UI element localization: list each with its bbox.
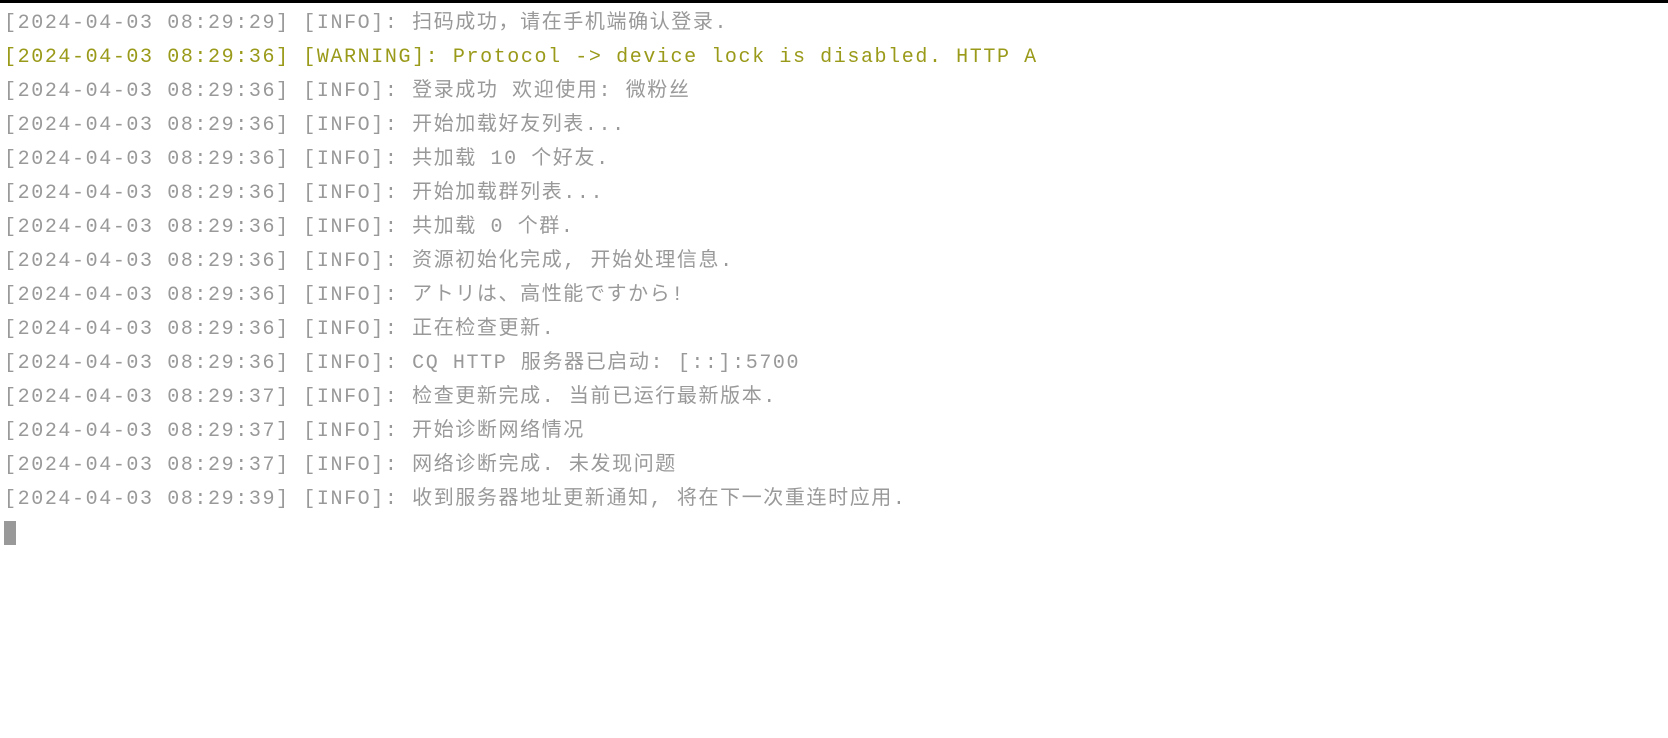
log-level: INFO [317, 216, 371, 239]
log-line: [2024-04-03 08:29:29] [INFO]: 扫码成功，请在手机端… [4, 7, 1668, 41]
log-message: 开始加载群列表... [412, 182, 604, 205]
log-line: [2024-04-03 08:29:36] [INFO]: 资源初始化完成, 开… [4, 245, 1668, 279]
log-line: [2024-04-03 08:29:36] [INFO]: 正在检查更新. [4, 313, 1668, 347]
log-line: [2024-04-03 08:29:37] [INFO]: 检查更新完成. 当前… [4, 381, 1668, 415]
log-line: [2024-04-03 08:29:36] [INFO]: アトリは、高性能です… [4, 279, 1668, 313]
log-message: 正在检查更新. [412, 318, 555, 341]
terminal-cursor [4, 521, 16, 545]
log-line: [2024-04-03 08:29:36] [INFO]: 共加载 10 个好友… [4, 143, 1668, 177]
log-level: INFO [317, 420, 371, 443]
log-timestamp: 2024-04-03 08:29:37 [18, 386, 276, 409]
log-level: INFO [317, 148, 371, 171]
log-message: CQ HTTP 服务器已启动: [::]:5700 [412, 352, 800, 375]
log-message: 资源初始化完成, 开始处理信息. [412, 250, 734, 273]
log-message: 共加载 10 个好友. [412, 148, 610, 171]
log-level: INFO [317, 454, 371, 477]
log-line: [2024-04-03 08:29:36] [INFO]: 登录成功 欢迎使用:… [4, 75, 1668, 109]
log-timestamp: 2024-04-03 08:29:36 [18, 352, 276, 375]
log-timestamp: 2024-04-03 08:29:36 [18, 80, 276, 103]
log-line: [2024-04-03 08:29:37] [INFO]: 开始诊断网络情况 [4, 415, 1668, 449]
log-message: アトリは、高性能ですから! [412, 284, 685, 307]
log-line: [2024-04-03 08:29:36] [INFO]: CQ HTTP 服务… [4, 347, 1668, 381]
log-timestamp: 2024-04-03 08:29:36 [18, 216, 276, 239]
log-message: 网络诊断完成. 未发现问题 [412, 454, 677, 477]
log-timestamp: 2024-04-03 08:29:36 [18, 284, 276, 307]
log-message: 开始加载好友列表... [412, 114, 626, 137]
log-message: 开始诊断网络情况 [412, 420, 585, 443]
log-timestamp: 2024-04-03 08:29:36 [18, 182, 276, 205]
log-level: INFO [317, 284, 371, 307]
log-message: 登录成功 欢迎使用: 微粉丝 [412, 80, 690, 103]
log-timestamp: 2024-04-03 08:29:36 [18, 46, 276, 69]
log-line: [2024-04-03 08:29:36] [INFO]: 共加载 0 个群. [4, 211, 1668, 245]
log-message: 收到服务器地址更新通知, 将在下一次重连时应用. [412, 488, 906, 511]
log-line: [2024-04-03 08:29:36] [WARNING]: Protoco… [4, 41, 1668, 75]
log-timestamp: 2024-04-03 08:29:36 [18, 114, 276, 137]
log-level: INFO [317, 80, 371, 103]
log-level: INFO [317, 318, 371, 341]
log-timestamp: 2024-04-03 08:29:36 [18, 318, 276, 341]
log-level: WARNING [317, 46, 412, 69]
log-level: INFO [317, 488, 371, 511]
log-timestamp: 2024-04-03 08:29:37 [18, 420, 276, 443]
log-timestamp: 2024-04-03 08:29:36 [18, 250, 276, 273]
log-level: INFO [317, 114, 371, 137]
log-message: 扫码成功，请在手机端确认登录. [412, 12, 728, 35]
log-line: [2024-04-03 08:29:36] [INFO]: 开始加载好友列表..… [4, 109, 1668, 143]
log-level: INFO [317, 12, 371, 35]
log-level: INFO [317, 182, 371, 205]
log-timestamp: 2024-04-03 08:29:37 [18, 454, 276, 477]
log-message: 共加载 0 个群. [412, 216, 574, 239]
log-line: [2024-04-03 08:29:39] [INFO]: 收到服务器地址更新通… [4, 483, 1668, 517]
log-timestamp: 2024-04-03 08:29:39 [18, 488, 276, 511]
log-line: [2024-04-03 08:29:37] [INFO]: 网络诊断完成. 未发… [4, 449, 1668, 483]
log-level: INFO [317, 352, 371, 375]
log-timestamp: 2024-04-03 08:29:29 [18, 12, 276, 35]
log-message: 检查更新完成. 当前已运行最新版本. [412, 386, 777, 409]
log-level: INFO [317, 386, 371, 409]
log-timestamp: 2024-04-03 08:29:36 [18, 148, 276, 171]
terminal-log-output: [2024-04-03 08:29:29] [INFO]: 扫码成功，请在手机端… [4, 7, 1668, 517]
log-message: Protocol -> device lock is disabled. HTT… [453, 46, 1038, 69]
log-line: [2024-04-03 08:29:36] [INFO]: 开始加载群列表... [4, 177, 1668, 211]
log-level: INFO [317, 250, 371, 273]
